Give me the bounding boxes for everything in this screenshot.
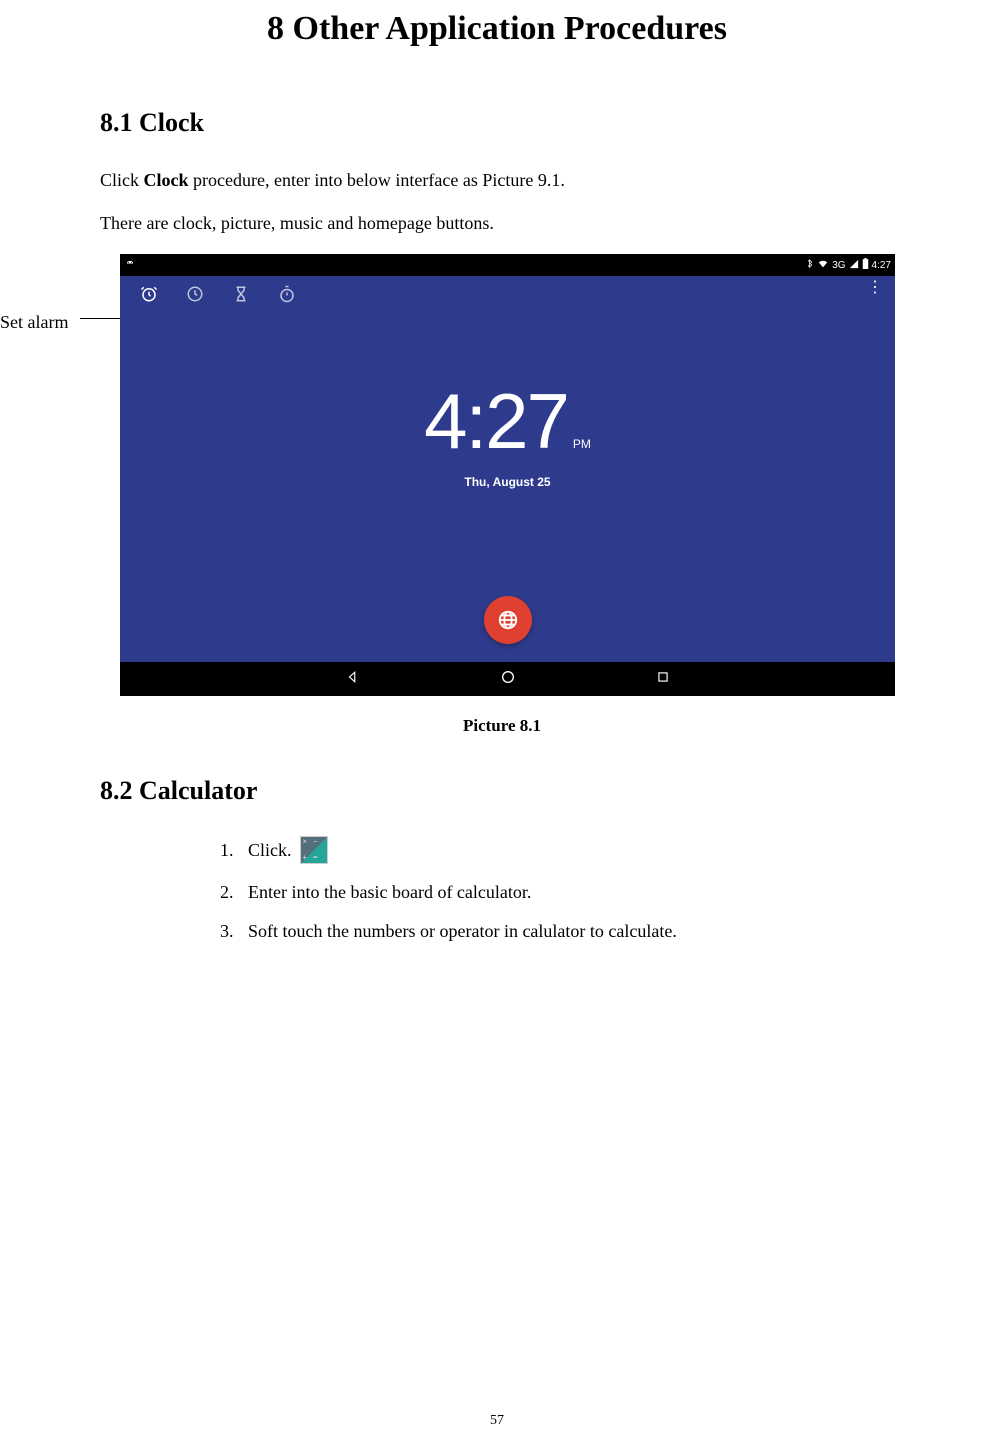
paragraph-1: Click Clock procedure, enter into below … — [100, 168, 904, 193]
globe-icon — [497, 609, 519, 631]
recent-icon[interactable] — [656, 670, 670, 689]
list-number-3: 3. — [220, 921, 248, 942]
timer-tab-icon[interactable] — [232, 285, 250, 303]
calculator-steps: 1. Click. 2. Enter into the basic board … — [220, 836, 904, 942]
android-icon — [124, 259, 136, 271]
clock-ampm: PM — [573, 437, 591, 451]
home-icon[interactable] — [500, 669, 516, 690]
list-item: 2. Enter into the basic board of calcula… — [220, 882, 904, 903]
alarm-tab-icon[interactable] — [140, 285, 158, 303]
clock-time-value: 4:27 — [424, 376, 568, 467]
world-clock-button[interactable] — [484, 596, 532, 644]
list-number-2: 2. — [220, 882, 248, 903]
status-bar: 3G 4:27 — [120, 254, 895, 276]
page-number: 57 — [490, 1413, 504, 1429]
clock-display: 4:27 PM Thu, August 25 — [424, 376, 591, 489]
clock-time: 4:27 PM — [424, 376, 591, 467]
clock-tab-icon[interactable] — [186, 285, 204, 303]
stopwatch-tab-icon[interactable] — [278, 285, 296, 303]
list-text-3: Soft touch the numbers or operator in ca… — [248, 921, 677, 942]
menu-icon[interactable]: ⋮ — [867, 285, 883, 291]
list-item: 3. Soft touch the numbers or operator in… — [220, 921, 904, 942]
clock-screenshot: 3G 4:27 — [120, 254, 895, 696]
signal-icon — [849, 259, 859, 272]
list-number-1: 1. — [220, 840, 248, 861]
para1-prefix: Click — [100, 170, 144, 190]
section-8-2-header: 8.2 Calculator — [100, 776, 904, 806]
para1-suffix: procedure, enter into below interface as… — [189, 170, 565, 190]
signal-text: 3G — [832, 260, 845, 271]
list-text-2: Enter into the basic board of calculator… — [248, 882, 531, 903]
nav-bar — [120, 662, 895, 696]
bluetooth-icon — [805, 258, 814, 272]
calculator-icon — [300, 836, 328, 864]
status-time: 4:27 — [872, 260, 891, 271]
clock-date: Thu, August 25 — [424, 475, 591, 489]
figure-caption-8-1: Picture 8.1 — [100, 716, 904, 736]
para1-bold: Clock — [144, 170, 189, 190]
section-8-1-header: 8.1 Clock — [100, 108, 904, 138]
back-icon[interactable] — [346, 670, 360, 689]
paragraph-2: There are clock, picture, music and home… — [100, 211, 904, 236]
wifi-icon — [817, 259, 829, 272]
list-item: 1. Click. — [220, 836, 904, 864]
clock-app-body: ⋮ 4:27 PM Thu, August 25 — [120, 276, 895, 662]
list-text-1: Click. — [248, 836, 328, 864]
annotation-set-alarm: Set alarm — [0, 312, 68, 333]
clock-tabs: ⋮ — [120, 276, 895, 312]
page-title: 8 Other Application Procedures — [0, 10, 994, 48]
battery-icon — [862, 258, 869, 272]
